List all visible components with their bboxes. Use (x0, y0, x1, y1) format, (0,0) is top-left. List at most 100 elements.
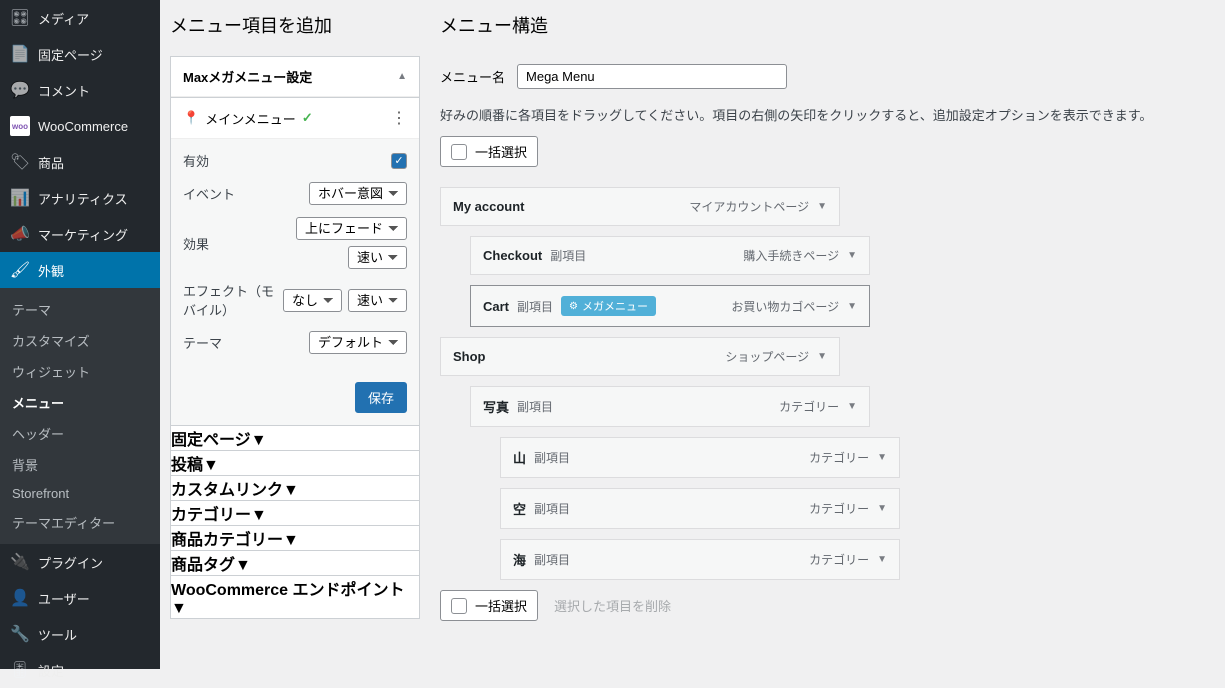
accordion-2[interactable]: カスタムリンク▼ (171, 476, 419, 500)
sidebar-item-analytics[interactable]: 📊アナリティクス (0, 180, 160, 216)
comment-icon: 💬 (10, 80, 30, 100)
sidebar-item-media[interactable]: 🎛メディア (0, 0, 160, 36)
delete-selected-link[interactable]: 選択した項目を削除 (554, 596, 671, 615)
marketing-icon: 📣 (10, 224, 30, 244)
menu-item-type: お買い物カゴページ (731, 298, 839, 315)
effect-speed-select[interactable]: 速い (348, 246, 407, 269)
submenu-header[interactable]: ヘッダー (0, 418, 160, 449)
submenu-theme-editor[interactable]: テーマエディター (0, 507, 160, 538)
bulk-select-bottom[interactable]: 一括選択 (440, 590, 538, 621)
menu-item-title: 写真 (483, 397, 509, 416)
sub-item-label: 副項目 (534, 449, 570, 466)
megamenu-settings-toggle[interactable]: Maxメガメニュー設定 ▲ (171, 57, 419, 97)
pin-icon: 📍 (183, 110, 199, 126)
sidebar-item-products[interactable]: 🏷商品 (0, 144, 160, 180)
bulk-select-top[interactable]: 一括選択 (440, 136, 538, 167)
submenu-themes[interactable]: テーマ (0, 294, 160, 325)
woo-icon: woo (10, 116, 30, 136)
sub-item-label: 副項目 (550, 247, 586, 264)
accordion-3[interactable]: カテゴリー▼ (171, 501, 419, 525)
sidebar-item-users[interactable]: 👤ユーザー (0, 580, 160, 616)
menu-name-input[interactable] (517, 64, 787, 89)
menu-item-type: マイアカウントページ (689, 198, 809, 215)
save-button[interactable]: 保存 (355, 382, 407, 413)
sidebar-item-plugins[interactable]: 🔌プラグイン (0, 544, 160, 580)
chevron-down-icon[interactable]: ▼ (877, 554, 887, 565)
menu-item-6[interactable]: 空副項目カテゴリー▼ (500, 488, 900, 529)
chevron-up-icon: ▲ (397, 71, 407, 82)
menu-item-5[interactable]: 山副項目カテゴリー▼ (500, 437, 900, 478)
chevron-down-icon: ▼ (235, 557, 251, 574)
accordion-6[interactable]: WooCommerce エンドポイント▼ (171, 576, 419, 618)
chevron-down-icon: ▼ (251, 507, 267, 524)
bulk-checkbox-icon (451, 598, 467, 614)
submenu-menus[interactable]: メニュー (0, 387, 160, 418)
chevron-down-icon[interactable]: ▼ (847, 301, 857, 312)
chevron-down-icon[interactable]: ▼ (847, 401, 857, 412)
menu-item-7[interactable]: 海副項目カテゴリー▼ (500, 539, 900, 580)
mobile-effect-select[interactable]: なし (283, 289, 342, 312)
mega-menu-button[interactable]: メガメニュー (561, 296, 656, 316)
theme-select[interactable]: デフォルト (309, 331, 407, 354)
analytics-icon: 📊 (10, 188, 30, 208)
add-items-title: メニュー項目を追加 (170, 0, 420, 46)
tool-icon: 🔧 (10, 624, 30, 644)
menu-location-row: 📍 メインメニュー ✓ ⋮ (171, 98, 419, 139)
menu-item-title: Shop (453, 349, 486, 364)
sidebar-item-appearance[interactable]: 🖌外観 (0, 252, 160, 288)
appearance-submenu: テーマ カスタマイズ ウィジェット メニュー ヘッダー 背景 Storefron… (0, 288, 160, 544)
sidebar-item-tools[interactable]: 🔧ツール (0, 616, 160, 652)
sidebar-item-marketing[interactable]: 📣マーケティング (0, 216, 160, 252)
chevron-down-icon: ▼ (283, 482, 299, 499)
accordion-4[interactable]: 商品カテゴリー▼ (171, 526, 419, 550)
chevron-down-icon[interactable]: ▼ (877, 452, 887, 463)
settings-icon: 🎚 (10, 660, 30, 680)
sidebar-item-comments[interactable]: 💬コメント (0, 72, 160, 108)
effect-label: 効果 (183, 234, 209, 253)
chevron-down-icon[interactable]: ▼ (817, 351, 827, 362)
appearance-icon: 🖌 (10, 260, 30, 280)
more-dots-icon[interactable]: ⋮ (391, 108, 407, 128)
sub-item-label: 副項目 (534, 500, 570, 517)
theme-label: テーマ (183, 333, 222, 352)
sidebar-item-settings[interactable]: 🎚設定 (0, 652, 160, 688)
accordion-0[interactable]: 固定ページ▼ (171, 426, 419, 450)
user-icon: 👤 (10, 588, 30, 608)
chevron-down-icon[interactable]: ▼ (877, 503, 887, 514)
menu-item-type: カテゴリー (779, 398, 839, 415)
menu-item-title: Cart (483, 299, 509, 314)
menu-item-2[interactable]: Cart副項目メガメニューお買い物カゴページ▼ (470, 285, 870, 327)
sidebar-item-woocommerce[interactable]: wooWooCommerce (0, 108, 160, 144)
submenu-widgets[interactable]: ウィジェット (0, 356, 160, 387)
submenu-customize[interactable]: カスタマイズ (0, 325, 160, 356)
chevron-down-icon: ▼ (251, 432, 267, 449)
drag-description: 好みの順番に各項目をドラッグしてください。項目の右側の矢印をクリックすると、追加… (440, 105, 1205, 136)
enabled-label: 有効 (183, 151, 209, 170)
mobile-effect-label: エフェクト（モバイル） (183, 281, 283, 319)
product-icon: 🏷 (10, 152, 30, 172)
event-select[interactable]: ホバー意図 (309, 182, 407, 205)
page-icon: 📄 (10, 44, 30, 64)
accordion-1[interactable]: 投稿▼ (171, 451, 419, 475)
effect-select[interactable]: 上にフェード (296, 217, 407, 240)
menu-item-3[interactable]: Shopショップページ▼ (440, 337, 840, 376)
menu-item-title: 空 (513, 499, 526, 518)
enabled-checkbox[interactable]: ✓ (391, 153, 407, 169)
bulk-checkbox-icon (451, 144, 467, 160)
menu-item-0[interactable]: My accountマイアカウントページ▼ (440, 187, 840, 226)
chevron-down-icon[interactable]: ▼ (847, 250, 857, 261)
submenu-storefront[interactable]: Storefront (0, 480, 160, 507)
menu-item-4[interactable]: 写真副項目カテゴリー▼ (470, 386, 870, 427)
accordion-5[interactable]: 商品タグ▼ (171, 551, 419, 575)
sidebar-item-pages[interactable]: 📄固定ページ (0, 36, 160, 72)
submenu-background[interactable]: 背景 (0, 449, 160, 480)
menu-item-1[interactable]: Checkout副項目購入手続きページ▼ (470, 236, 870, 275)
chevron-down-icon: ▼ (283, 532, 299, 549)
menu-item-title: 山 (513, 448, 526, 467)
menu-structure-title: メニュー構造 (440, 0, 1205, 46)
chevron-down-icon[interactable]: ▼ (817, 201, 827, 212)
plugin-icon: 🔌 (10, 552, 30, 572)
megamenu-settings-panel: Maxメガメニュー設定 ▲ (170, 56, 420, 98)
mobile-speed-select[interactable]: 速い (348, 289, 407, 312)
menu-name-label: メニュー名 (440, 67, 505, 86)
